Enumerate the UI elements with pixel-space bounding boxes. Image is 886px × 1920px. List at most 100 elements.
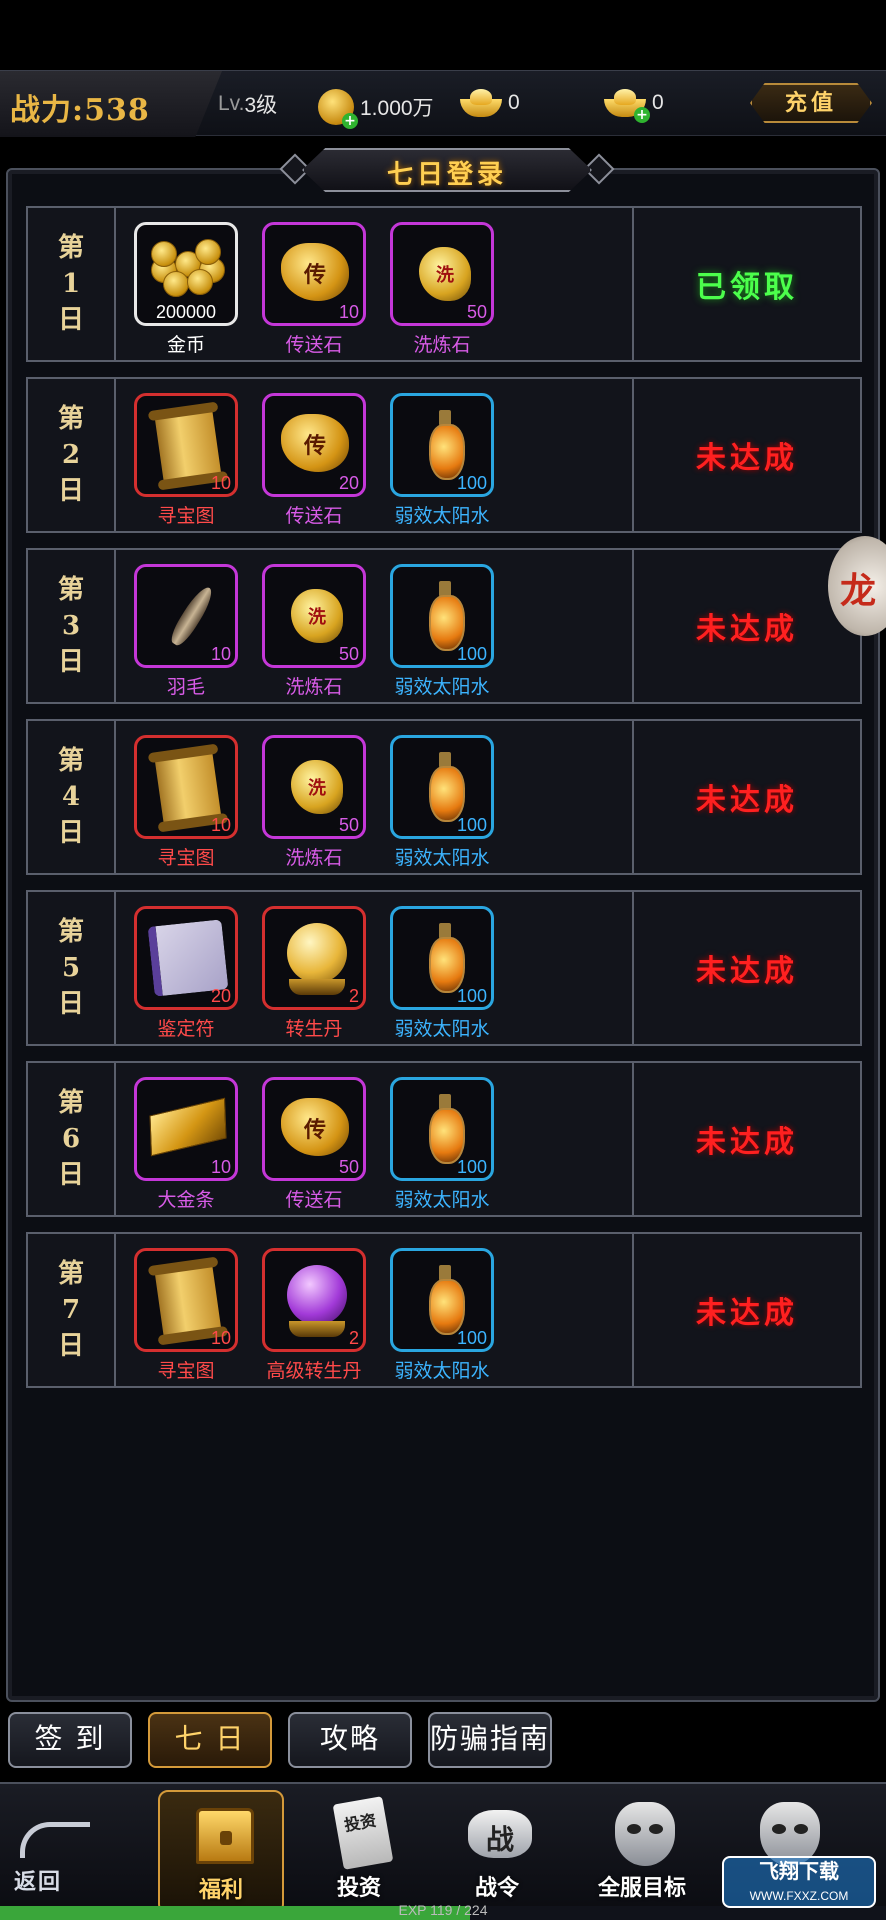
reward-slot[interactable]: 10 (134, 1077, 238, 1181)
nav-investment[interactable]: 投资 投资 (296, 1790, 422, 1914)
coins-icon (151, 237, 227, 297)
reward-quantity: 20 (210, 986, 231, 1006)
day-reward-list: 第 1 日 200000 金币传 10 传送石洗 50 洗炼石 已领取第 2 日 10 寻宝图传 20 传送石… (26, 206, 862, 1403)
reward-item[interactable]: 100 弱效太阳水 (390, 564, 494, 699)
nav-welfare[interactable]: 福利 (158, 1790, 284, 1914)
reward-item[interactable]: 传 10 传送石 (262, 222, 366, 357)
nav-battle-pass[interactable]: 战 战令 (434, 1790, 560, 1914)
reward-item[interactable]: 洗 50 洗炼石 (390, 222, 494, 357)
wash-rock-icon: 洗 (291, 760, 343, 814)
claim-status: 已领取 (696, 270, 798, 305)
reward-quantity: 10 (210, 1328, 231, 1348)
reward-slot[interactable]: 100 (390, 393, 494, 497)
reward-quantity: 10 (210, 473, 231, 493)
tab-seven-day[interactable]: 七 日 (148, 1712, 272, 1768)
reward-slot[interactable]: 100 (390, 564, 494, 668)
reward-item[interactable]: 2 高级转生丹 (262, 1248, 366, 1383)
reward-item[interactable]: 2 转生丹 (262, 906, 366, 1041)
reward-quantity: 50 (338, 815, 359, 835)
reward-slot[interactable]: 10 (134, 393, 238, 497)
reward-item[interactable]: 10 寻宝图 (134, 393, 238, 528)
day-row: 第 6 日 10 大金条 传 50 传送石 100 弱效太阳水 未达成 (26, 1061, 862, 1217)
claim-status-cell[interactable]: 未达成 (632, 1063, 860, 1215)
reward-item[interactable]: 200000 金币 (134, 222, 238, 357)
reward-slot[interactable]: 100 (390, 906, 494, 1010)
reward-item[interactable]: 洗 50 洗炼石 (262, 735, 366, 870)
reward-item[interactable]: 100 弱效太阳水 (390, 393, 494, 528)
reward-item[interactable]: 传 50 传送石 (262, 1077, 366, 1212)
reward-slot[interactable]: 洗 50 (390, 222, 494, 326)
level-prefix: Lv. (218, 92, 245, 115)
recharge-button[interactable]: 充值 (750, 83, 872, 123)
reward-item[interactable]: 100 弱效太阳水 (390, 906, 494, 1041)
reward-slot[interactable]: 洗 50 (262, 564, 366, 668)
reward-slot[interactable]: 2 (262, 1248, 366, 1352)
coin-add-icon[interactable] (318, 89, 358, 129)
claim-status-cell[interactable]: 未达成 (632, 892, 860, 1044)
reward-slot[interactable]: 10 (134, 735, 238, 839)
reward-slot[interactable]: 传 20 (262, 393, 366, 497)
tab-sign-in[interactable]: 签 到 (8, 1712, 132, 1768)
reward-name: 弱效太阳水 (394, 1361, 490, 1382)
reward-item[interactable]: 传 20 传送石 (262, 393, 366, 528)
reward-name: 鉴定符 (157, 1019, 215, 1040)
bar-icon (149, 1097, 227, 1157)
reward-item[interactable]: 洗 50 洗炼石 (262, 564, 366, 699)
reward-slot[interactable]: 传 50 (262, 1077, 366, 1181)
reward-item[interactable]: 100 弱效太阳水 (390, 735, 494, 870)
reward-slot[interactable]: 20 (134, 906, 238, 1010)
claim-status-cell[interactable]: 未达成 (632, 550, 860, 702)
ingot-amount: 0 (652, 91, 664, 114)
reward-quantity: 10 (338, 302, 359, 322)
reward-item[interactable]: 10 寻宝图 (134, 1248, 238, 1383)
bound-ingot-icon (460, 89, 502, 117)
reward-quantity: 100 (456, 1328, 487, 1348)
reward-slot[interactable]: 100 (390, 1077, 494, 1181)
day-label: 第6日 (28, 1063, 116, 1215)
back-button[interactable]: 返回 (6, 1814, 96, 1904)
reward-item[interactable]: 10 寻宝图 (134, 735, 238, 870)
ingot-balance[interactable]: + 0 (604, 89, 664, 123)
reward-slot[interactable]: 2 (262, 906, 366, 1010)
reward-name: 金币 (166, 335, 205, 356)
day-label: 第4日 (28, 721, 116, 873)
reward-name: 寻宝图 (157, 1361, 215, 1382)
day-row: 第 4 日 10 寻宝图 洗 50 洗炼石 100 弱效太阳水 未达成 (26, 719, 862, 875)
reward-slot[interactable]: 传 10 (262, 222, 366, 326)
claim-status: 未达成 (696, 1125, 798, 1160)
server-goal-icon (615, 1802, 675, 1866)
reward-name: 传送石 (285, 506, 343, 527)
tab-anti-fraud[interactable]: 防骗指南 (428, 1712, 552, 1768)
claim-status-cell[interactable]: 未达成 (632, 379, 860, 531)
reward-item[interactable]: 100 弱效太阳水 (390, 1248, 494, 1383)
reward-slot[interactable]: 100 (390, 1248, 494, 1352)
tab-guide[interactable]: 攻略 (288, 1712, 412, 1768)
reward-item[interactable]: 10 大金条 (134, 1077, 238, 1212)
claim-status-cell[interactable]: 未达成 (632, 721, 860, 873)
reward-slot[interactable]: 10 (134, 564, 238, 668)
reward-name: 弱效太阳水 (394, 1190, 490, 1211)
site-watermark: 飞翔下载 WWW.FXXZ.COM (722, 1856, 876, 1908)
potion-icon (429, 923, 465, 993)
reward-slot[interactable]: 200000 (134, 222, 238, 326)
claim-status: 未达成 (696, 441, 798, 476)
claim-status: 未达成 (696, 954, 798, 989)
reward-item[interactable]: 100 弱效太阳水 (390, 1077, 494, 1212)
reward-name: 寻宝图 (157, 506, 215, 527)
reward-slot[interactable]: 100 (390, 735, 494, 839)
claim-status-cell[interactable]: 未达成 (632, 1234, 860, 1386)
coin-amount: 1.000万 (360, 97, 434, 120)
reward-name: 寻宝图 (157, 848, 215, 869)
ingot-add-icon[interactable]: + (604, 89, 650, 123)
reward-slot[interactable]: 洗 50 (262, 735, 366, 839)
potion-icon (429, 410, 465, 480)
reward-quantity: 100 (456, 815, 487, 835)
reward-item[interactable]: 10 羽毛 (134, 564, 238, 699)
coin-balance[interactable]: 1.000万 (318, 89, 434, 129)
reward-quantity: 20 (338, 473, 359, 493)
reward-slot[interactable]: 10 (134, 1248, 238, 1352)
nav-server-goal[interactable]: 全服目标 (572, 1790, 712, 1914)
reward-name: 高级转生丹 (266, 1361, 362, 1382)
reward-quantity: 100 (456, 1157, 487, 1177)
reward-item[interactable]: 20 鉴定符 (134, 906, 238, 1041)
